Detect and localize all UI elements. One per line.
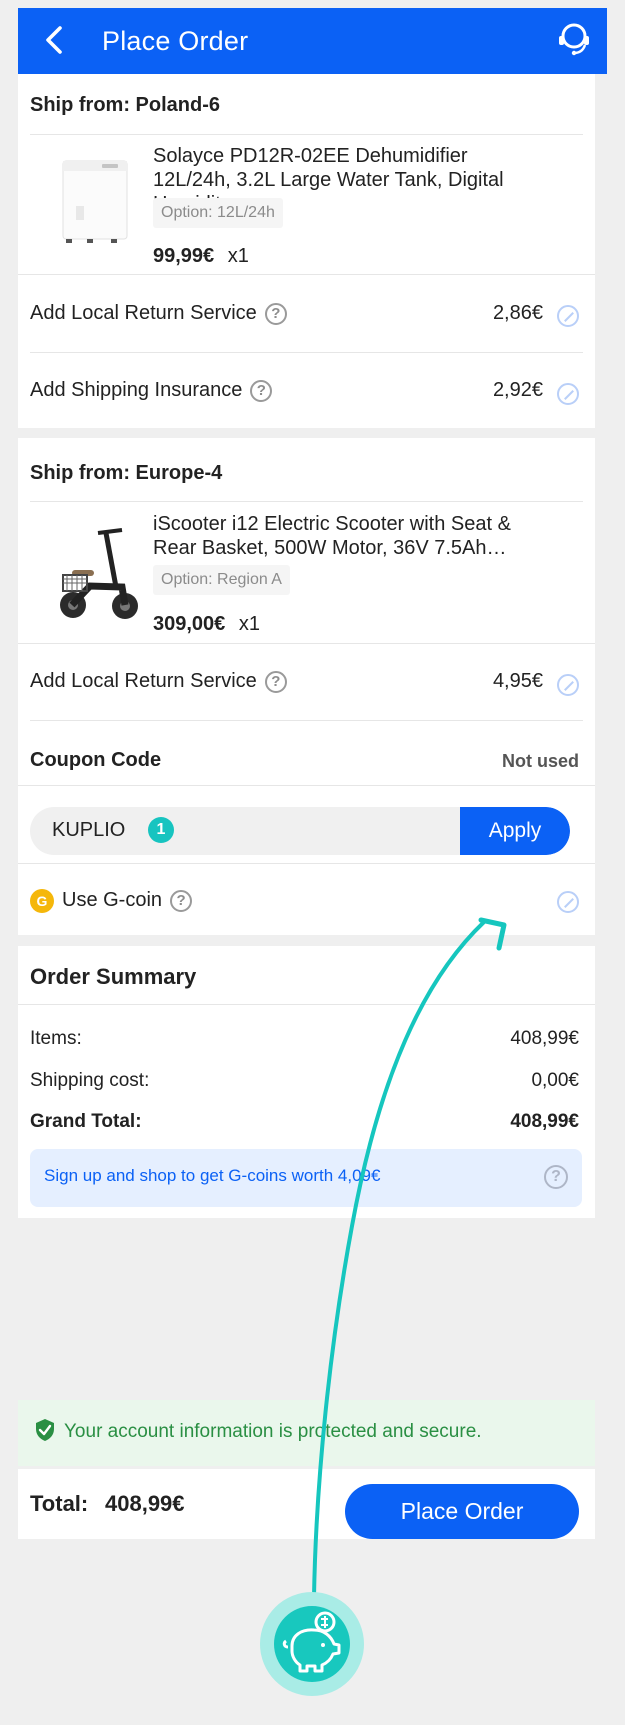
security-notice: Your account information is protected an… xyxy=(18,1400,595,1466)
divider xyxy=(18,785,595,786)
product-price-row: 99,99€ x1 xyxy=(153,245,249,268)
grand-total-label: Grand Total: xyxy=(30,1111,142,1132)
local-return-service-label: Add Local Return Service? xyxy=(30,302,287,325)
help-icon[interactable]: ? xyxy=(250,379,273,402)
divider xyxy=(30,501,583,502)
coupon-badge: 1 xyxy=(148,817,174,843)
back-icon[interactable] xyxy=(36,22,72,58)
coupon-status: Not used xyxy=(501,751,579,771)
product-option: Option: 12L/24h xyxy=(153,198,283,228)
disabled-toggle-icon[interactable] xyxy=(557,674,579,696)
g-coin-icon: G xyxy=(30,889,54,913)
coupon-code-title: Coupon Code xyxy=(30,749,162,771)
local-return-service-label: Add Local Return Service? xyxy=(30,670,287,693)
piggy-bank-promo-icon[interactable] xyxy=(260,1592,364,1696)
page-title: Place Order xyxy=(102,26,249,56)
g-coins-info-banner[interactable]: Sign up and shop to get G-coins worth 4,… xyxy=(30,1149,582,1207)
g-coins-info-text: Sign up and shop to get G-coins worth 4,… xyxy=(44,1166,381,1185)
shipping-insurance-price: 2,92€ xyxy=(492,379,543,401)
use-g-coin-label: Use G-coin? xyxy=(62,889,193,912)
security-text: Your account information is protected an… xyxy=(64,1421,482,1442)
place-order-button[interactable]: Place Order xyxy=(345,1484,579,1539)
product-price: 99,99€ xyxy=(153,245,215,267)
shield-check-icon xyxy=(36,1419,54,1441)
disabled-toggle-icon[interactable] xyxy=(557,305,579,327)
help-icon[interactable]: ? xyxy=(264,302,287,325)
customer-service-icon[interactable] xyxy=(555,20,593,58)
product-title[interactable]: iScooter i12 Electric Scooter with Seat … xyxy=(153,512,543,560)
divider xyxy=(18,643,595,644)
dehumidifier-product-image xyxy=(62,160,128,243)
disabled-toggle-icon[interactable] xyxy=(557,383,579,405)
local-return-service-price: 4,95€ xyxy=(492,670,543,692)
items-label: Items: xyxy=(30,1028,82,1049)
grand-total-value: 408,99€ xyxy=(510,1111,579,1132)
divider xyxy=(30,134,583,135)
help-icon[interactable]: ? xyxy=(170,889,193,912)
order-summary-title: Order Summary xyxy=(30,964,197,989)
divider xyxy=(18,1004,595,1005)
help-icon[interactable]: ? xyxy=(544,1165,568,1189)
coupon-code-input[interactable]: KUPLIO 1 Apply xyxy=(30,807,570,855)
ship-from-label: Ship from: Poland-6 xyxy=(30,94,220,116)
piggy-bank-icon xyxy=(282,1611,341,1673)
disabled-toggle-icon[interactable] xyxy=(557,891,579,913)
checkout-footer: Total: 408,99€ Place Order xyxy=(18,1469,595,1539)
order-summary-card: Order Summary Items: 408,99€ Shipping co… xyxy=(18,946,595,1218)
local-return-service-price: 2,86€ xyxy=(492,302,543,324)
divider xyxy=(30,352,583,353)
product-option: Option: Region A xyxy=(153,565,290,595)
checkout-page: Place Order Ship from: Poland-6 Solayce … xyxy=(18,8,607,1539)
shipping-cost-label: Shipping cost: xyxy=(30,1070,150,1091)
shipping-insurance-label: Add Shipping Insurance? xyxy=(30,379,273,402)
items-value: 408,99€ xyxy=(510,1028,579,1049)
total-value: 408,99€ xyxy=(105,1491,185,1516)
product-price: 309,00€ xyxy=(153,613,226,635)
shipment-card-poland: Ship from: Poland-6 Solayce PD12R-02EE D… xyxy=(18,74,595,428)
shipping-cost-value: 0,00€ xyxy=(531,1070,579,1091)
coupon-code-value[interactable]: KUPLIO xyxy=(52,819,125,842)
ship-from-label: Ship from: Europe-4 xyxy=(30,462,223,484)
divider xyxy=(18,274,595,275)
top-bar: Place Order xyxy=(18,8,607,74)
electric-scooter-product-image xyxy=(60,528,138,619)
total-label: Total: xyxy=(30,1491,89,1516)
shipment-card-europe: Ship from: Europe-4 iScooter i12 Electri… xyxy=(18,438,595,935)
divider xyxy=(30,720,583,721)
apply-coupon-button[interactable]: Apply xyxy=(460,807,570,855)
divider xyxy=(18,863,595,864)
product-quantity: x1 xyxy=(238,613,260,635)
help-icon[interactable]: ? xyxy=(264,670,287,693)
product-price-row: 309,00€ x1 xyxy=(153,613,260,636)
product-quantity: x1 xyxy=(227,245,249,267)
